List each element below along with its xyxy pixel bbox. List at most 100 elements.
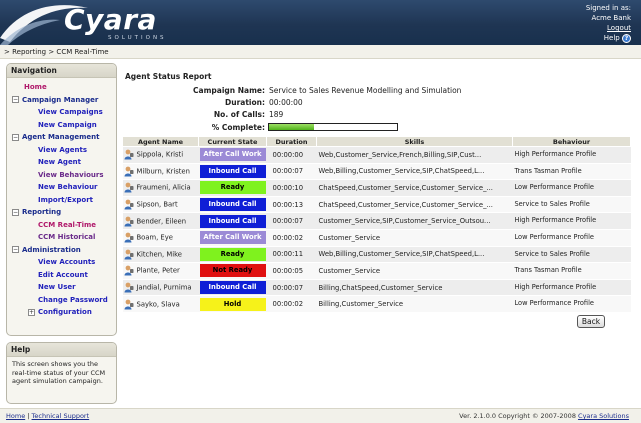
col-agent-name[interactable]: Agent Name xyxy=(122,136,199,147)
table-row[interactable]: Kitchen, Mike Ready 00:00:11 Web,Billing,Cu… xyxy=(122,246,631,264)
nav-reporting[interactable]: − Reporting xyxy=(7,206,116,219)
duration-cell: 00:00:13 xyxy=(266,196,317,214)
help-panel-title: Help xyxy=(7,343,116,357)
nav-change-password[interactable]: Change Password xyxy=(7,294,116,307)
duration-value: 00:00:00 xyxy=(269,98,303,107)
nav-administration[interactable]: − Administration xyxy=(7,244,116,257)
duration-cell: 00:00:02 xyxy=(266,295,317,313)
nav-ccm-realtime[interactable]: CCM Real-Time xyxy=(7,219,116,232)
state-cell: Inbound Call xyxy=(198,163,267,181)
state-badge: Inbound Call xyxy=(199,281,266,295)
state-cell: Ready xyxy=(198,179,267,197)
table-row[interactable]: Plante, Peter Not Ready 00:00:05 Customer_S… xyxy=(122,262,631,280)
table-row[interactable]: Sippola, Kristi After Call Work 00:00:00 We… xyxy=(122,146,631,164)
nav-edit-account[interactable]: Edit Account xyxy=(7,269,116,282)
agent-name: Jandial, Purnima xyxy=(136,283,192,292)
state-cell: After Call Work xyxy=(198,229,267,247)
agent-icon xyxy=(124,182,134,193)
state-badge: After Call Work xyxy=(199,148,266,162)
table-row[interactable]: Jandial, Purnima Inbound Call 00:00:07 Bill… xyxy=(122,279,631,297)
agent-icon xyxy=(124,282,134,293)
campaign-name-value: Service to Sales Revenue Modelling and S… xyxy=(269,86,462,95)
nav-new-agent[interactable]: New Agent xyxy=(7,156,116,169)
state-cell: After Call Work xyxy=(198,146,267,164)
duration-cell: 00:00:07 xyxy=(266,279,317,297)
table-row[interactable]: Boam, Eye After Call Work 00:00:02 Customer… xyxy=(122,229,631,247)
nav-ccm-historical[interactable]: CCM Historical xyxy=(7,231,116,244)
back-button[interactable]: Back xyxy=(577,315,605,328)
agent-icon xyxy=(124,149,134,160)
table-row[interactable]: Bender, Eileen Inbound Call 00:00:07 Custom… xyxy=(122,212,631,230)
agent-icon xyxy=(124,299,134,310)
table-header-row: Agent Name Current State Duration Skills… xyxy=(122,136,631,147)
logout-link[interactable]: Logout xyxy=(607,24,631,32)
page-footer: Home | Technical Support Ver. 2.1.0.0 Co… xyxy=(0,408,641,423)
nav-view-accounts[interactable]: View Accounts xyxy=(7,256,116,269)
duration-cell: 00:00:10 xyxy=(266,179,317,197)
breadcrumb: > Reporting > CCM Real-Time xyxy=(0,45,641,59)
behaviour-cell: Low Performance Profile xyxy=(512,179,631,197)
nav-configuration[interactable]: + Configuration xyxy=(7,306,116,319)
help-icon[interactable]: ? xyxy=(622,33,631,43)
behaviour-cell: Service to Sales Profile xyxy=(512,196,631,214)
col-skills[interactable]: Skills xyxy=(316,136,513,147)
footer-company-link[interactable]: Cyara Solutions xyxy=(578,412,629,420)
state-cell: Not Ready xyxy=(198,262,267,280)
help-link[interactable]: Help ? xyxy=(586,33,631,43)
footer-tech-support-link[interactable]: Technical Support xyxy=(32,412,90,420)
nav-view-behaviours[interactable]: View Behaviours xyxy=(7,169,116,182)
state-cell: Ready xyxy=(198,246,267,264)
app-logo-subtitle: SOLUTIONS xyxy=(108,35,167,41)
duration-cell: 00:00:02 xyxy=(266,229,317,247)
complete-label: % Complete: xyxy=(211,123,265,132)
collapse-icon[interactable]: − xyxy=(12,208,19,216)
behaviour-cell: Service to Sales Profile xyxy=(512,246,631,264)
col-behaviour[interactable]: Behaviour xyxy=(512,136,631,147)
nav-view-agents[interactable]: View Agents xyxy=(7,144,116,157)
nav-import-export[interactable]: Import/Export xyxy=(7,194,116,207)
agent-name-cell: Kitchen, Mike xyxy=(122,246,199,264)
company-name: Acme Bank xyxy=(591,14,631,22)
col-duration[interactable]: Duration xyxy=(266,136,317,147)
state-cell: Inbound Call xyxy=(198,279,267,297)
footer-home-link[interactable]: Home xyxy=(6,412,25,420)
agent-status-table: Agent Name Current State Duration Skills… xyxy=(122,136,631,313)
behaviour-cell: Low Performance Profile xyxy=(512,229,631,247)
table-row[interactable]: Fraumeni, Alicia Ready 00:00:10 ChatSpeed,C… xyxy=(122,179,631,197)
state-badge: Inbound Call xyxy=(199,214,266,228)
state-badge: Ready xyxy=(199,181,266,195)
skills-cell: Web,Billing,Customer_Service,SIP,ChatSpe… xyxy=(316,163,513,181)
col-current-state[interactable]: Current State xyxy=(198,136,267,147)
nav-new-user[interactable]: New User xyxy=(7,281,116,294)
footer-version: Ver. 2.1.0.0 Copyright © 2007-2008 xyxy=(459,412,576,420)
campaign-name-row: Campaign Name: xyxy=(0,86,265,96)
table-row[interactable]: Milburn, Kristen Inbound Call 00:00:07 Web,… xyxy=(122,163,631,181)
behaviour-cell: High Performance Profile xyxy=(512,212,631,230)
collapse-icon[interactable]: − xyxy=(12,246,19,253)
state-badge: Not Ready xyxy=(199,264,266,278)
agent-icon xyxy=(124,232,134,243)
table-row[interactable]: Sayko, Slava Hold 00:00:02 Billing,Customer… xyxy=(122,295,631,313)
state-cell: Hold xyxy=(198,295,267,313)
agent-icon xyxy=(124,216,134,227)
agent-name: Boam, Eye xyxy=(136,233,173,242)
behaviour-cell: Trans Tasman Profile xyxy=(512,262,631,280)
behaviour-cell: Low Performance Profile xyxy=(512,295,631,313)
agent-name: Sippola, Kristi xyxy=(136,150,184,159)
agent-name: Kitchen, Mike xyxy=(136,250,183,259)
table-row[interactable]: Sipson, Bart Inbound Call 00:00:13 ChatSpee… xyxy=(122,196,631,214)
nav-new-behaviour[interactable]: New Behaviour xyxy=(7,181,116,194)
expand-icon[interactable]: + xyxy=(28,308,35,316)
skills-cell: ChatSpeed,Customer_Service,Customer_Serv… xyxy=(316,196,513,214)
skills-cell: Web,Customer_Service,French,Billing,SIP,… xyxy=(316,146,513,164)
skills-cell: Billing,Customer_Service xyxy=(316,295,513,313)
state-badge: Inbound Call xyxy=(199,198,266,212)
progress-fill xyxy=(269,124,314,130)
agent-icon xyxy=(124,249,134,260)
agent-name: Milburn, Kristen xyxy=(136,167,190,176)
collapse-icon[interactable]: − xyxy=(12,133,19,141)
app-logo: Cyara xyxy=(64,3,157,36)
state-badge: After Call Work xyxy=(199,231,266,245)
agent-name: Sayko, Slava xyxy=(136,300,180,309)
agent-name-cell: Jandial, Purnima xyxy=(122,279,199,297)
